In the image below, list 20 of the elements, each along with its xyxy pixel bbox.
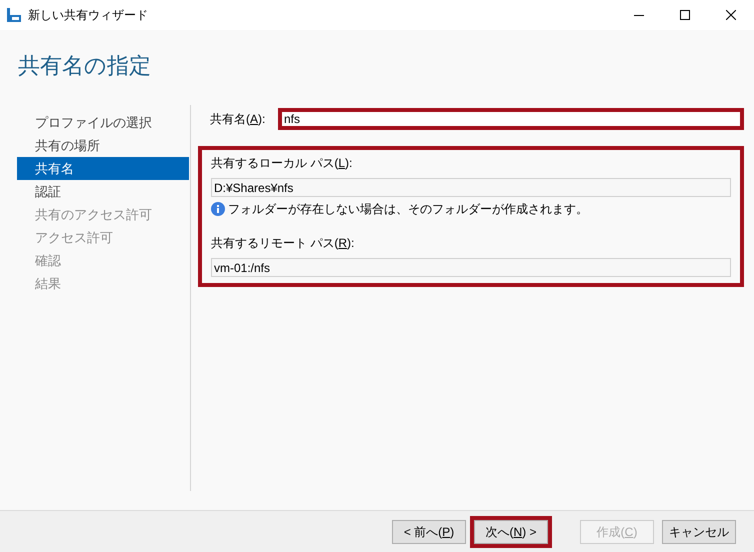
- share-name-field[interactable]: nfs: [278, 108, 744, 130]
- wizard-step[interactable]: 共有名: [17, 157, 189, 180]
- remote-path-field[interactable]: vm-01:/nfs: [211, 258, 731, 277]
- wizard-step[interactable]: 認証: [17, 180, 189, 203]
- server-share-icon: [6, 7, 22, 23]
- remote-path-label: 共有するリモート パス(R):: [211, 235, 356, 252]
- wizard-step[interactable]: プロファイルの選択: [17, 111, 189, 134]
- maximize-icon: [680, 10, 690, 20]
- info-text: フォルダーが存在しない場合は、そのフォルダーが作成されます。: [228, 201, 588, 218]
- local-path-field[interactable]: D:¥Shares¥nfs: [211, 178, 731, 197]
- page-title: 共有名の指定: [18, 52, 151, 80]
- close-icon: [726, 10, 736, 20]
- local-path-label: 共有するローカル パス(L):: [211, 155, 354, 172]
- wizard-button[interactable]: < 前へ(P): [392, 520, 466, 544]
- wizard-button[interactable]: キャンセル: [662, 520, 736, 544]
- info-icon: [211, 202, 225, 216]
- share-name-label: 共有名(A):: [210, 111, 266, 128]
- minimize-icon: [634, 14, 644, 16]
- window-title: 新しい共有ウィザード: [28, 7, 148, 24]
- wizard-step[interactable]: 共有の場所: [17, 134, 189, 157]
